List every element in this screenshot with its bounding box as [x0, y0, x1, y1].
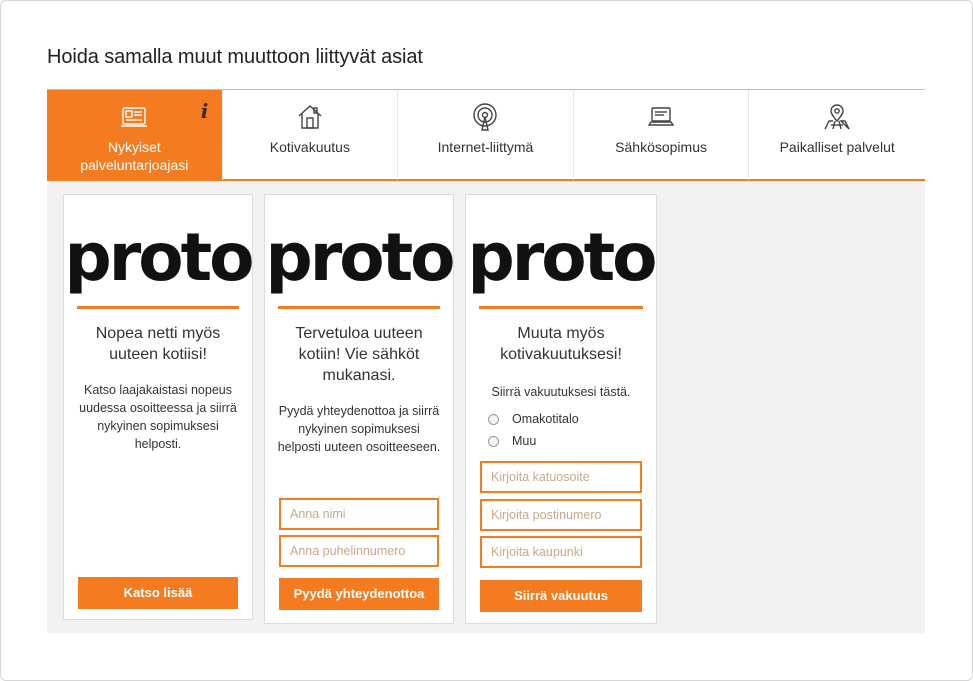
card-title: Muuta myös kotivakuutuksesi! — [500, 325, 622, 363]
card-description: Katso laajakaistasi nopeus uudessa osoit… — [79, 383, 237, 451]
divider — [479, 306, 643, 309]
tab-electricity[interactable]: Sähkösopimus — [574, 90, 750, 180]
divider — [77, 306, 239, 309]
transfer-insurance-button[interactable]: Siirrä vakuutus — [480, 580, 642, 612]
postal-code-input[interactable] — [480, 499, 642, 531]
request-contact-button[interactable]: Pyydä yhteydenottoa — [279, 578, 439, 610]
see-more-button[interactable]: Katso lisää — [78, 577, 238, 609]
card-title: Tervetuloa uuteen kotiin! Vie sähköt muk… — [295, 325, 423, 384]
phone-input[interactable] — [279, 535, 439, 567]
offer-card-internet: proto Nopea netti myös uuteen kotiisi! K… — [63, 194, 255, 620]
offer-card-insurance: proto Muuta myös kotivakuutuksesi! Siirr… — [465, 194, 658, 624]
map-pin-icon — [824, 104, 850, 130]
service-tabs: i Nykyiset palveluntarjoajasi Kotivakuut… — [47, 89, 925, 181]
tab-internet[interactable]: Internet-liittymä — [398, 90, 574, 180]
offers-panel: proto Nopea netti myös uuteen kotiisi! K… — [47, 181, 925, 633]
tab-label: Internet-liittymä — [437, 139, 534, 155]
house-icon — [298, 105, 322, 129]
offer-card-electricity: proto Tervetuloa uuteen kotiin! Vie sähk… — [264, 194, 456, 624]
proto-logo: proto — [265, 219, 455, 296]
tab-label: Sähkösopimus — [615, 139, 707, 155]
radio-circle[interactable] — [488, 413, 499, 425]
id-card-icon — [121, 107, 148, 127]
tab-current-providers[interactable]: i Nykyiset palveluntarjoajasi — [47, 90, 223, 180]
card-description: Siirrä vakuutuksesi tästä. — [491, 385, 631, 399]
divider — [278, 306, 440, 309]
tab-label: Nykyiset palveluntarjoajasi — [80, 139, 189, 173]
tab-home-insurance[interactable]: Kotivakuutus — [223, 90, 399, 180]
laptop-icon — [647, 107, 675, 126]
radio-label: Omakotitalo — [512, 412, 579, 426]
page-title: Hoida samalla muut muuttoon liittyvät as… — [47, 46, 423, 68]
proto-logo: proto — [467, 219, 657, 296]
tab-local-services[interactable]: Paikalliset palvelut — [749, 90, 925, 180]
street-address-input[interactable] — [480, 461, 642, 493]
name-input[interactable] — [279, 498, 439, 530]
radio-circle[interactable] — [488, 435, 499, 447]
info-icon[interactable]: i — [198, 100, 212, 122]
proto-logo: proto — [64, 219, 254, 296]
radio-detached-house[interactable]: Omakotitalo — [488, 412, 579, 426]
tab-label: Paikalliset palvelut — [779, 139, 895, 155]
radio-label: Muu — [512, 434, 537, 448]
tab-label: Kotivakuutus — [269, 139, 350, 155]
radio-other[interactable]: Muu — [488, 434, 536, 448]
antenna-icon — [473, 103, 498, 131]
city-input[interactable] — [480, 536, 642, 568]
card-title: Nopea netti myös uuteen kotiisi! — [95, 325, 221, 363]
card-description: Pyydä yhteydenottoa ja siirrä nykyinen s… — [277, 404, 441, 454]
